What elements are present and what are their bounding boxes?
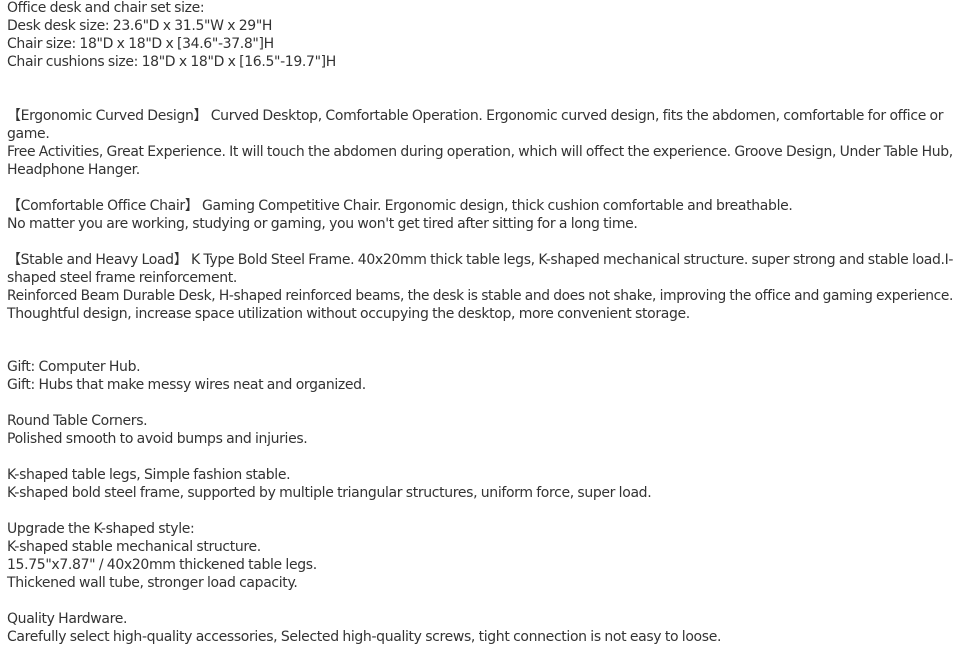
chair-line-2: No matter you are working, studying or g…: [7, 216, 638, 232]
stable-line-4: Thoughtful design, increase space utiliz…: [7, 306, 690, 322]
gift-line-2: Gift: Hubs that make messy wires neat an…: [7, 377, 366, 393]
legs-line-2: K-shaped bold steel frame, supported by …: [7, 485, 652, 501]
stable-line-2: shaped steel frame reinforcement.: [7, 270, 237, 286]
upgrade-line-4: Thickened wall tube, stronger load capac…: [7, 575, 298, 591]
hardware-line-2: Carefully select high-quality accessorie…: [7, 629, 722, 645]
chair-size-line: Chair size: 18"D x 18"D x [34.6"-37.8"]H: [7, 36, 274, 52]
gift-line-1: Gift: Computer Hub.: [7, 359, 141, 375]
ergonomic-line-4: Headphone Hanger.: [7, 162, 140, 178]
upgrade-line-3: 15.75"x7.87" / 40x20mm thickened table l…: [7, 557, 317, 573]
stable-line-3: Reinforced Beam Durable Desk, H-shaped r…: [7, 288, 954, 304]
ergonomic-heading-line: 【Ergonomic Curved Design】 Curved Desktop…: [7, 108, 944, 124]
product-description: Office desk and chair set size: Desk des…: [0, 0, 955, 655]
size-heading: Office desk and chair set size:: [7, 0, 205, 16]
cushion-size-line: Chair cushions size: 18"D x 18"D x [16.5…: [7, 54, 336, 70]
legs-line-1: K-shaped table legs, Simple fashion stab…: [7, 467, 291, 483]
desk-size-line: Desk desk size: 23.6"D x 31.5"W x 29"H: [7, 18, 273, 34]
corners-line-2: Polished smooth to avoid bumps and injur…: [7, 431, 308, 447]
upgrade-line-1: Upgrade the K-shaped style:: [7, 521, 195, 537]
corners-line-1: Round Table Corners.: [7, 413, 148, 429]
chair-heading-line: 【Comfortable Office Chair】 Gaming Compet…: [7, 198, 793, 214]
ergonomic-line-3: Free Activities, Great Experience. It wi…: [7, 144, 953, 160]
hardware-line-1: Quality Hardware.: [7, 611, 128, 627]
stable-heading-line: 【Stable and Heavy Load】 K Type Bold Stee…: [7, 252, 954, 268]
upgrade-line-2: K-shaped stable mechanical structure.: [7, 539, 261, 555]
ergonomic-line-2: game.: [7, 126, 50, 142]
